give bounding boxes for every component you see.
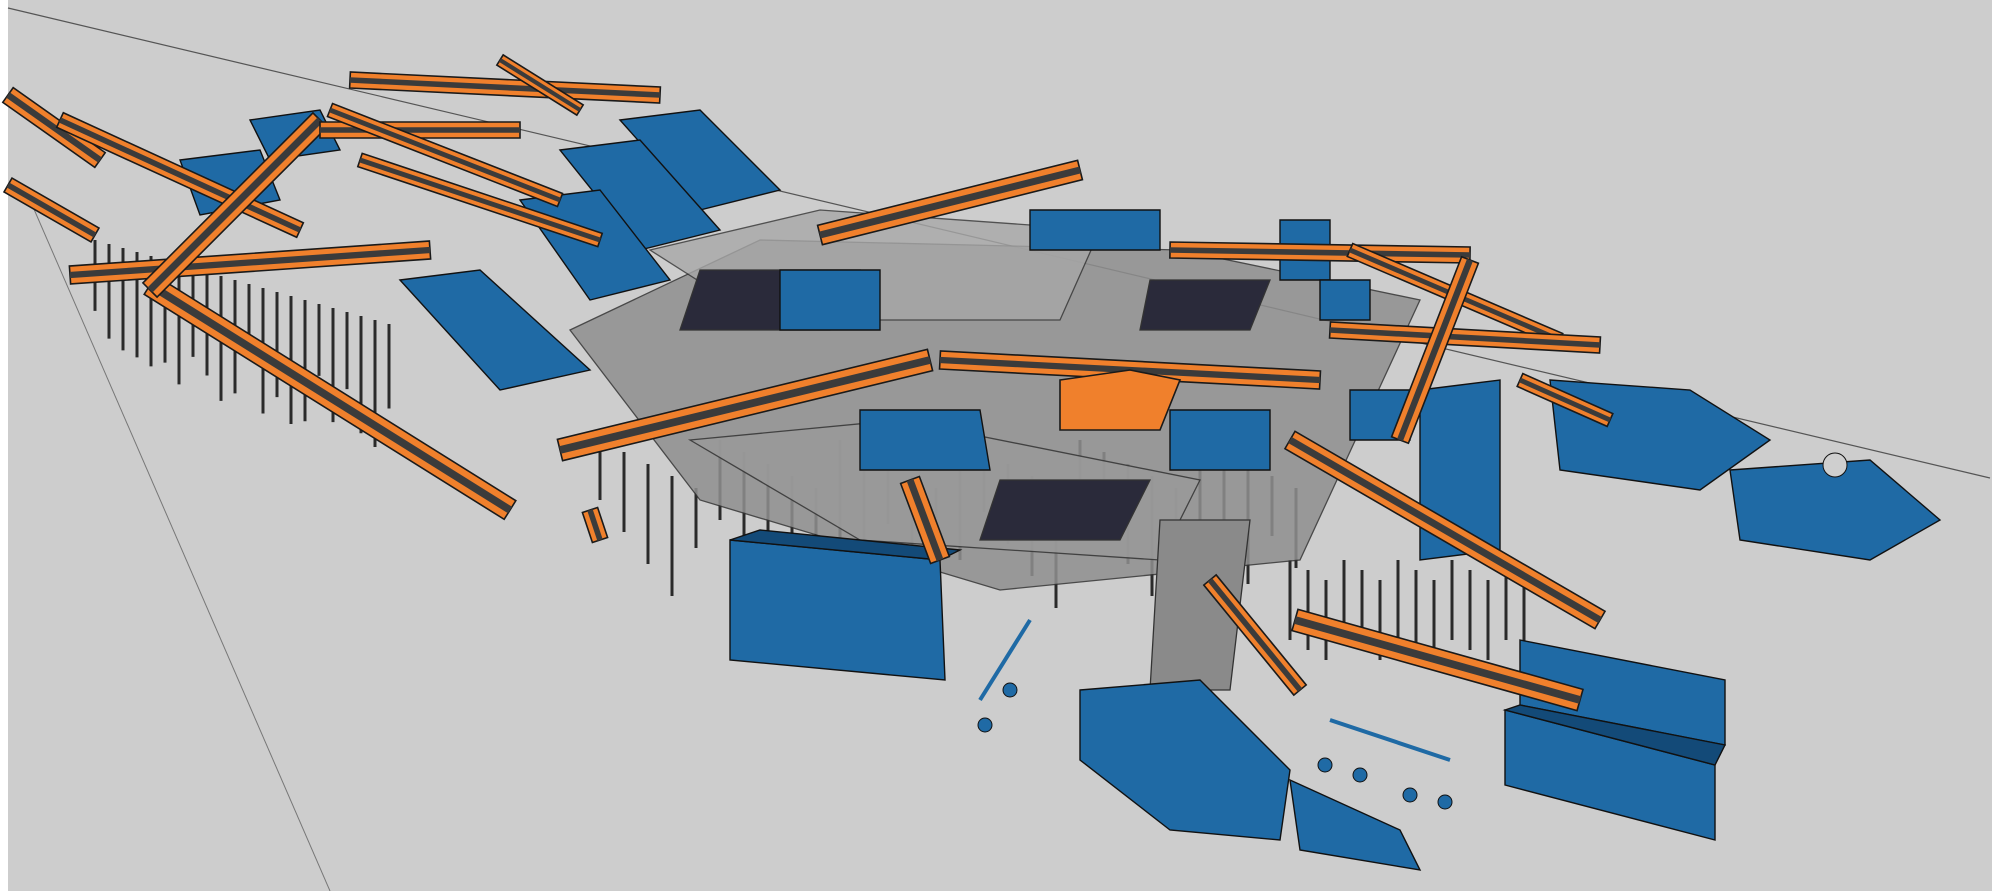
orange-hopper [1060, 370, 1180, 430]
platform-unit-g [1320, 280, 1370, 320]
platform-unit-d [780, 270, 880, 330]
container-left [730, 540, 945, 680]
baler-unit [1080, 680, 1290, 840]
platform-dark-pad-2 [980, 480, 1150, 540]
platform-unit-a [1170, 410, 1270, 470]
screen-unit-4 [400, 270, 590, 390]
platform-dark-pad-3 [1140, 280, 1270, 330]
sketchup-viewport[interactable] [0, 0, 2000, 891]
platform-unit-b [860, 410, 990, 470]
platform-unit-e [1030, 210, 1160, 250]
baler-chute [1290, 780, 1420, 870]
3d-model-recycling-plant-icon[interactable] [0, 0, 2000, 891]
conveyor-belt-2 [8, 185, 95, 235]
